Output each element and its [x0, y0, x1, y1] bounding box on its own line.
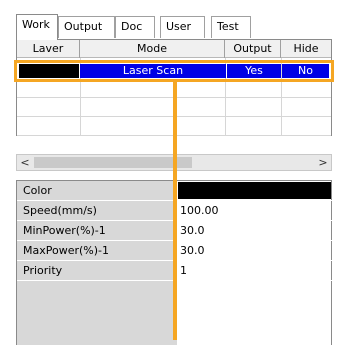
highlight-pointer-line — [173, 82, 177, 340]
color-swatch[interactable] — [178, 182, 331, 199]
column-header-mode[interactable]: Mode — [80, 40, 225, 58]
scroll-right-icon[interactable]: > — [315, 155, 331, 170]
speed-value[interactable]: 100.00 — [180, 201, 219, 220]
tab-output[interactable]: Output — [58, 16, 115, 38]
property-label: MinPower(%)-1 — [23, 224, 106, 237]
property-label: MaxPower(%)-1 — [23, 244, 110, 257]
column-header-output[interactable]: Output — [225, 40, 281, 58]
table-header: Laver Mode Output Hide — [17, 40, 331, 58]
property-label: Color — [23, 184, 52, 197]
highlight-box — [14, 60, 334, 82]
tab-doc[interactable]: Doc — [115, 16, 155, 38]
min-power-value[interactable]: 30.0 — [180, 221, 205, 240]
column-header-layer[interactable]: Laver — [17, 40, 80, 58]
tab-test[interactable]: Test — [211, 16, 251, 38]
property-label: Priority — [23, 264, 63, 277]
scroll-left-icon[interactable]: < — [17, 155, 33, 170]
property-label: Speed(mm/s) — [23, 204, 97, 217]
tab-work[interactable]: Work — [16, 14, 58, 40]
max-power-value[interactable]: 30.0 — [180, 241, 205, 260]
priority-value[interactable]: 1 — [180, 261, 187, 280]
tab-user[interactable]: User — [160, 16, 205, 38]
scroll-thumb[interactable] — [34, 157, 192, 168]
column-header-hide[interactable]: Hide — [281, 40, 331, 58]
